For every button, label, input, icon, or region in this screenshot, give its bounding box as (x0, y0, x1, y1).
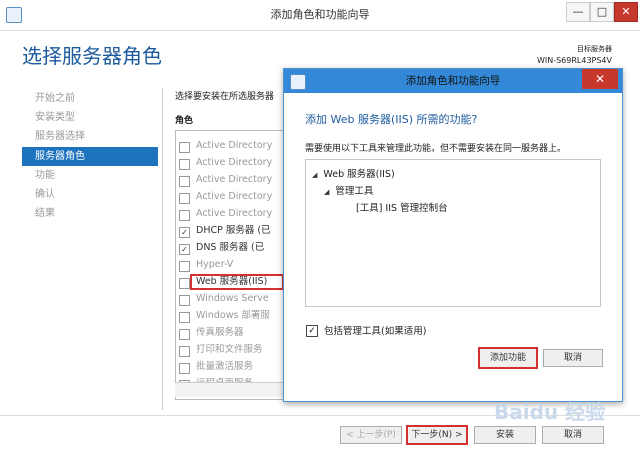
install-button[interactable]: 安装 (474, 426, 536, 444)
page-title: 选择服务器角色 (22, 44, 162, 68)
role-item-windows-server-essentials[interactable]: Windows Serve (196, 291, 288, 307)
role-item-fax-server[interactable]: 传真服务器 (196, 325, 288, 341)
nav-divider (162, 88, 163, 410)
prev-button[interactable]: < 上一步(P) (340, 426, 402, 444)
nav-item-server-roles[interactable]: 服务器角色 (22, 147, 158, 166)
expand-arrow-icon[interactable]: ◢ (324, 188, 329, 196)
role-checkbox-checked[interactable]: ✓ (179, 244, 190, 255)
close-button[interactable]: ✕ (614, 2, 638, 22)
role-item-ad-domain[interactable]: Active Directory (196, 155, 288, 171)
add-features-button[interactable]: 添加功能 (478, 347, 538, 369)
roles-list-scrollbar[interactable] (175, 382, 287, 397)
role-item-ad-rms[interactable]: Active Directory (196, 206, 288, 222)
minimize-button[interactable]: — (566, 2, 590, 22)
role-checkbox[interactable] (179, 329, 190, 340)
maximize-button[interactable]: □ (590, 2, 614, 22)
role-checkbox[interactable] (179, 159, 190, 170)
dialog-cancel-button[interactable]: 取消 (543, 349, 603, 367)
role-item-ad-certificate[interactable]: Active Directory (196, 138, 288, 154)
role-checkbox[interactable] (179, 295, 190, 306)
nav-item-installation-type[interactable]: 安装类型 (35, 109, 75, 127)
tree-node-web-server[interactable]: ◢ Web 服务器(IIS) (312, 166, 395, 180)
nav-item-server-selection[interactable]: 服务器选择 (35, 128, 85, 146)
role-item-windows-deployment[interactable]: Windows 部署服 (196, 308, 288, 324)
nav-item-results[interactable]: 结果 (35, 205, 55, 223)
include-tools-checkbox[interactable]: ✓ (306, 325, 318, 337)
dialog-title: 添加角色和功能向导 (405, 75, 501, 87)
role-checkbox[interactable] (179, 176, 190, 187)
nav-item-confirmation[interactable]: 确认 (35, 186, 55, 204)
role-item-ad-lds[interactable]: Active Directory (196, 189, 288, 205)
include-tools-label[interactable]: 包括管理工具(如果适用) (324, 323, 426, 337)
role-checkbox[interactable] (179, 193, 190, 204)
role-checkbox[interactable] (179, 210, 190, 221)
role-item-volume-activation[interactable]: 批量激活服务 (196, 359, 288, 375)
target-server-value: WIN-S69RL43PS4V (536, 56, 612, 65)
features-tree[interactable]: ◢ Web 服务器(IIS) ◢ 管理工具 [工具] IIS 管理控制台 (305, 159, 601, 307)
role-checkbox[interactable] (179, 142, 190, 153)
nav-item-before-you-begin[interactable]: 开始之前 (35, 90, 75, 108)
expand-arrow-icon[interactable]: ◢ (312, 171, 317, 179)
role-checkbox[interactable] (179, 312, 190, 323)
role-checkbox[interactable] (179, 261, 190, 272)
add-features-dialog: 添加角色和功能向导 ✕ 添加 Web 服务器(IIS) 所需的功能? 需要使用以… (283, 68, 623, 402)
cancel-button[interactable]: 取消 (542, 426, 604, 444)
role-item-ad-federation[interactable]: Active Directory (196, 172, 288, 188)
role-item-print-file[interactable]: 打印和文件服务 (196, 342, 288, 358)
role-checkbox[interactable] (179, 278, 190, 289)
dialog-description: 需要使用以下工具来管理此功能，但不需要安装在同一服务器上。 (305, 144, 567, 154)
roles-list[interactable]: Active Directory Active Directory Active… (175, 130, 289, 400)
dialog-heading: 添加 Web 服务器(IIS) 所需的功能? (305, 113, 478, 126)
role-item-dns[interactable]: DNS 服务器 (已 (196, 240, 288, 256)
role-checkbox[interactable] (179, 346, 190, 357)
nav-item-features[interactable]: 功能 (35, 167, 55, 185)
role-checkbox[interactable] (179, 363, 190, 374)
role-item-hyper-v[interactable]: Hyper-V (196, 257, 288, 273)
roles-column-header: 角色 (175, 116, 194, 126)
dialog-close-button[interactable]: ✕ (582, 69, 618, 89)
tree-node-management-tools[interactable]: ◢ 管理工具 (324, 183, 373, 197)
target-server-label: 目标服务器 (577, 45, 612, 53)
next-button[interactable]: 下一步(N) > (406, 425, 468, 445)
roles-instruction: 选择要安装在所选服务器 (175, 92, 275, 102)
role-checkbox-checked[interactable]: ✓ (179, 227, 190, 238)
baidu-watermark: Baidu 经验 (494, 400, 606, 424)
web-server-highlight (190, 274, 284, 290)
tree-node-iis-console[interactable]: [工具] IIS 管理控制台 (356, 200, 448, 214)
role-item-dhcp[interactable]: DHCP 服务器 (已 (196, 223, 288, 239)
window-title: 添加角色和功能向导 (270, 8, 370, 21)
